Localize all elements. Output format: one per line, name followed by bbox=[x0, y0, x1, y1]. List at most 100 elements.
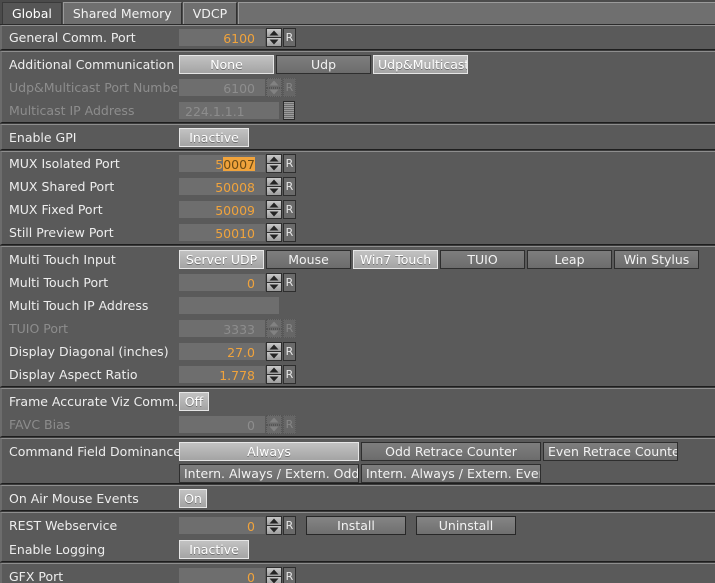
spin-up-icon[interactable] bbox=[266, 28, 282, 38]
spin-down-icon[interactable] bbox=[266, 352, 282, 361]
mux-fixed-port-reset-button[interactable]: R bbox=[283, 200, 296, 219]
mux-isolated-port-spinner[interactable] bbox=[266, 154, 282, 173]
general-comm-port-reset-button[interactable]: R bbox=[283, 28, 296, 47]
tuio-port-reset-button: R bbox=[283, 319, 296, 338]
rest-webservice-reset-button[interactable]: R bbox=[283, 515, 296, 535]
spin-up-icon[interactable] bbox=[266, 154, 282, 164]
row-multi-touch-port: Multi Touch Port 0 R bbox=[2, 271, 715, 294]
gfx-port-reset-button[interactable]: R bbox=[283, 566, 296, 583]
spin-down-icon[interactable] bbox=[266, 187, 282, 196]
spin-down-icon[interactable] bbox=[266, 38, 282, 47]
additional-communication-option-udp[interactable]: Udp bbox=[276, 54, 371, 74]
tab-vdcp[interactable]: VDCP bbox=[182, 2, 238, 24]
enable-logging-toggle[interactable]: Inactive bbox=[179, 539, 249, 559]
multi-touch-port-spinner[interactable] bbox=[266, 273, 282, 292]
row-rest-webservice: REST Webservice 0 R Install Uninstall bbox=[2, 513, 715, 537]
cfd-option-odd-retrace-counter[interactable]: Odd Retrace Counter bbox=[361, 441, 541, 461]
viz-config-global-panel: Global Shared Memory VDCP General Comm. … bbox=[0, 0, 715, 583]
spin-down-icon[interactable] bbox=[266, 576, 282, 583]
row-frame-accurate-viz-comm: Frame Accurate Viz Comm. Off bbox=[2, 389, 715, 413]
control-general-comm-port: 6100 R bbox=[179, 28, 296, 47]
cfd-option-even-retrace-counter[interactable]: Even Retrace Counter bbox=[543, 441, 678, 461]
display-aspect-ratio-input[interactable]: 1.778 bbox=[179, 366, 265, 383]
multi-touch-option-leap[interactable]: Leap bbox=[527, 249, 612, 269]
spin-up-icon[interactable] bbox=[266, 200, 282, 210]
general-comm-port-input[interactable]: 6100 bbox=[179, 29, 265, 46]
group-gfx-port: GFX Port 0 R bbox=[0, 563, 715, 583]
display-diagonal-spinner[interactable] bbox=[266, 342, 282, 361]
spin-up-icon[interactable] bbox=[266, 515, 282, 526]
mux-shared-port-input[interactable]: 50008 bbox=[179, 178, 265, 195]
still-preview-port-input[interactable]: 50010 bbox=[179, 224, 265, 241]
frame-accurate-viz-comm-toggle[interactable]: Off bbox=[179, 391, 209, 411]
multi-touch-option-server-udp[interactable]: Server UDP bbox=[179, 249, 264, 269]
cfd-option-intern-always-extern-even[interactable]: Intern. Always / Extern. Even bbox=[361, 463, 541, 483]
mux-isolated-port-reset-button[interactable]: R bbox=[283, 154, 296, 173]
gfx-port-input[interactable]: 0 bbox=[179, 567, 265, 583]
control-tuio-port: 3333 R bbox=[179, 319, 296, 338]
spin-up-icon[interactable] bbox=[266, 342, 282, 352]
multi-touch-ip-address-input[interactable] bbox=[179, 297, 279, 314]
control-display-diagonal: 27.0 R bbox=[179, 342, 296, 361]
still-preview-port-spinner[interactable] bbox=[266, 223, 282, 242]
spin-down-icon[interactable] bbox=[266, 525, 282, 535]
mux-isolated-port-input[interactable]: 50007 bbox=[179, 155, 265, 172]
rest-webservice-spinner[interactable] bbox=[266, 515, 282, 535]
label-general-comm-port: General Comm. Port bbox=[9, 30, 136, 45]
tuio-port-spinner bbox=[266, 319, 282, 338]
label-frame-accurate-viz-comm: Frame Accurate Viz Comm. bbox=[9, 393, 179, 409]
spin-up-icon[interactable] bbox=[266, 177, 282, 187]
multi-touch-option-win7-touch[interactable]: Win7 Touch bbox=[353, 249, 438, 269]
display-diagonal-reset-button[interactable]: R bbox=[283, 342, 296, 361]
multi-touch-port-reset-button[interactable]: R bbox=[283, 273, 296, 292]
rest-webservice-port-input[interactable]: 0 bbox=[179, 516, 265, 534]
spin-down-icon[interactable] bbox=[266, 375, 282, 384]
label-on-air-mouse-events: On Air Mouse Events bbox=[9, 490, 139, 506]
command-field-dominance-options: Always Odd Retrace Counter Even Retrace … bbox=[179, 441, 678, 461]
spin-down-icon[interactable] bbox=[266, 164, 282, 173]
multi-touch-port-input[interactable]: 0 bbox=[179, 274, 265, 291]
multi-touch-option-tuio[interactable]: TUIO bbox=[440, 249, 525, 269]
display-aspect-ratio-spinner[interactable] bbox=[266, 365, 282, 384]
row-display-aspect-ratio: Display Aspect Ratio 1.778 R bbox=[2, 363, 715, 386]
mux-fixed-port-input[interactable]: 50009 bbox=[179, 201, 265, 218]
enable-gpi-toggle[interactable]: Inactive bbox=[179, 127, 249, 147]
multi-touch-option-win-stylus[interactable]: Win Stylus bbox=[614, 249, 699, 269]
cfd-option-always[interactable]: Always bbox=[179, 441, 359, 461]
label-rest-webservice: REST Webservice bbox=[9, 517, 118, 533]
mux-shared-port-reset-button[interactable]: R bbox=[283, 177, 296, 196]
spin-down-icon[interactable] bbox=[266, 283, 282, 292]
general-comm-port-spinner[interactable] bbox=[266, 28, 282, 47]
additional-communication-option-none[interactable]: None bbox=[179, 54, 274, 74]
row-tuio-port: TUIO Port 3333 R bbox=[2, 317, 715, 340]
row-enable-logging: Enable Logging Inactive bbox=[2, 537, 715, 561]
group-command-field-dominance: Command Field Dominance Always Odd Retra… bbox=[0, 438, 715, 484]
display-diagonal-input[interactable]: 27.0 bbox=[179, 343, 265, 360]
tab-bar: Global Shared Memory VDCP bbox=[0, 0, 715, 25]
mux-fixed-port-spinner[interactable] bbox=[266, 200, 282, 219]
gfx-port-spinner[interactable] bbox=[266, 566, 282, 583]
spin-up-icon[interactable] bbox=[266, 566, 282, 577]
spin-down-icon[interactable] bbox=[266, 233, 282, 242]
spin-up-icon[interactable] bbox=[266, 365, 282, 375]
group-additional-communication: Additional Communication None Udp Udp&Mu… bbox=[0, 51, 715, 123]
on-air-mouse-events-toggle[interactable]: On bbox=[179, 488, 207, 508]
label-favc-bias: FAVC Bias bbox=[9, 417, 71, 432]
row-mux-shared-port: MUX Shared Port 50008 R bbox=[2, 175, 715, 198]
still-preview-port-reset-button[interactable]: R bbox=[283, 223, 296, 242]
label-multi-touch-input: Multi Touch Input bbox=[9, 251, 116, 267]
cfd-option-intern-always-extern-odd[interactable]: Intern. Always / Extern. Odd bbox=[179, 463, 359, 483]
tab-shared-memory[interactable]: Shared Memory bbox=[62, 2, 182, 24]
display-aspect-ratio-reset-button[interactable]: R bbox=[283, 365, 296, 384]
additional-communication-option-udp-multicast[interactable]: Udp&Multicast bbox=[373, 54, 468, 74]
rest-webservice-uninstall-button[interactable]: Uninstall bbox=[416, 515, 516, 535]
multi-touch-option-mouse[interactable]: Mouse bbox=[266, 249, 351, 269]
rest-webservice-install-button[interactable]: Install bbox=[306, 515, 406, 535]
tab-global[interactable]: Global bbox=[2, 2, 62, 24]
mux-shared-port-spinner[interactable] bbox=[266, 177, 282, 196]
spin-down-icon[interactable] bbox=[266, 210, 282, 219]
label-mux-isolated-port: MUX Isolated Port bbox=[9, 156, 120, 171]
spin-up-icon[interactable] bbox=[266, 273, 282, 283]
label-enable-gpi: Enable GPI bbox=[9, 129, 77, 145]
spin-up-icon[interactable] bbox=[266, 223, 282, 233]
